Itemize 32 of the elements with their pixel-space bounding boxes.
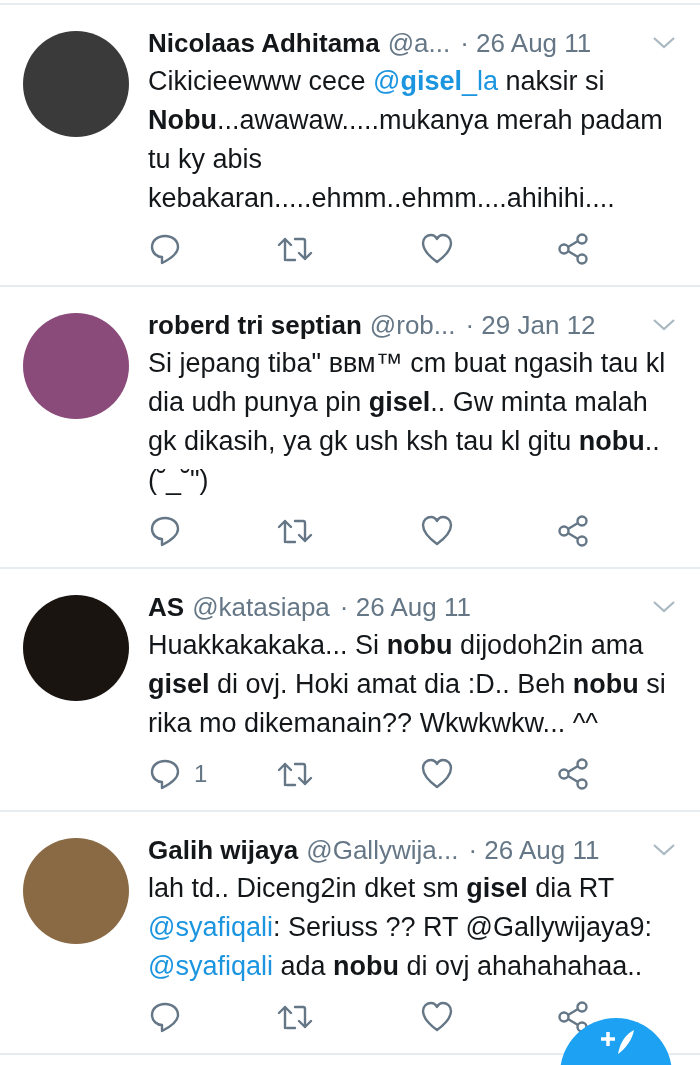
share-icon[interactable] [556,232,590,266]
share-icon[interactable] [556,1000,590,1034]
mention-link[interactable]: @syafiqali [148,951,273,981]
user-handle: @katasiapa [192,591,330,623]
mention-link[interactable]: @gisel_la [373,66,499,96]
tweet-date: · 29 Jan 12 [465,309,596,341]
user-handle: @a... [387,27,451,59]
reply-icon[interactable] [148,1000,182,1034]
tweet-text: Si jepang tiba" ввм™ cm buat ngasih tau kl dia udh punya pin gisel.. Gw minta malah gk dikasih, ya gk ush ksh tau kl gitu nobu.. (˘_˘") [148,347,667,497]
heart-icon[interactable] [420,1001,454,1033]
heart-icon[interactable] [420,515,454,547]
share-icon[interactable] [556,514,590,548]
reply-count: 1 [194,760,208,788]
tweet-date: · 26 Aug 11 [339,591,471,623]
reply-icon[interactable] [148,757,182,791]
tweet-date: · 26 Aug 11 [468,834,600,866]
user-handle: @rob... [369,309,456,341]
share-icon[interactable] [556,757,590,791]
user-name: roberd tri septian [148,309,362,341]
tweet-date: · 26 Aug 11 [460,27,592,59]
reply-icon[interactable] [148,514,182,548]
user-name: Nicolaas Adhitama [148,27,380,59]
heart-icon[interactable] [420,233,454,265]
user-handle: @Gallywija... [306,834,459,866]
tweet-text: Huakkakakaka... Si nobu dijodoh2in ama gisel di ovj. Hoki amat dia :D.. Beh nobu si rika mo dikemanain?? Wkwkwkw... ^^ [148,629,667,740]
user-name: Galih wijaya [148,834,299,866]
tweet-text: lah td.. Diceng2in dket sm gisel dia RT @syafiqali: Seriuss ?? RT @Gallywijaya9: @syafiqali ada nobu di ovj ahahahahaa.. [148,872,654,983]
user-name: AS [148,591,185,623]
tweet-text: Cikicieewww cece @gisel_la naksir si Nobu...awawaw.....mukanya merah padam tu ky abis kebakaran.....ehmm..ehmm....ahihihi.... [148,65,664,215]
mention-link[interactable]: @syafiqali [148,912,273,942]
reply-icon[interactable] [148,232,182,266]
heart-icon[interactable] [420,758,454,790]
